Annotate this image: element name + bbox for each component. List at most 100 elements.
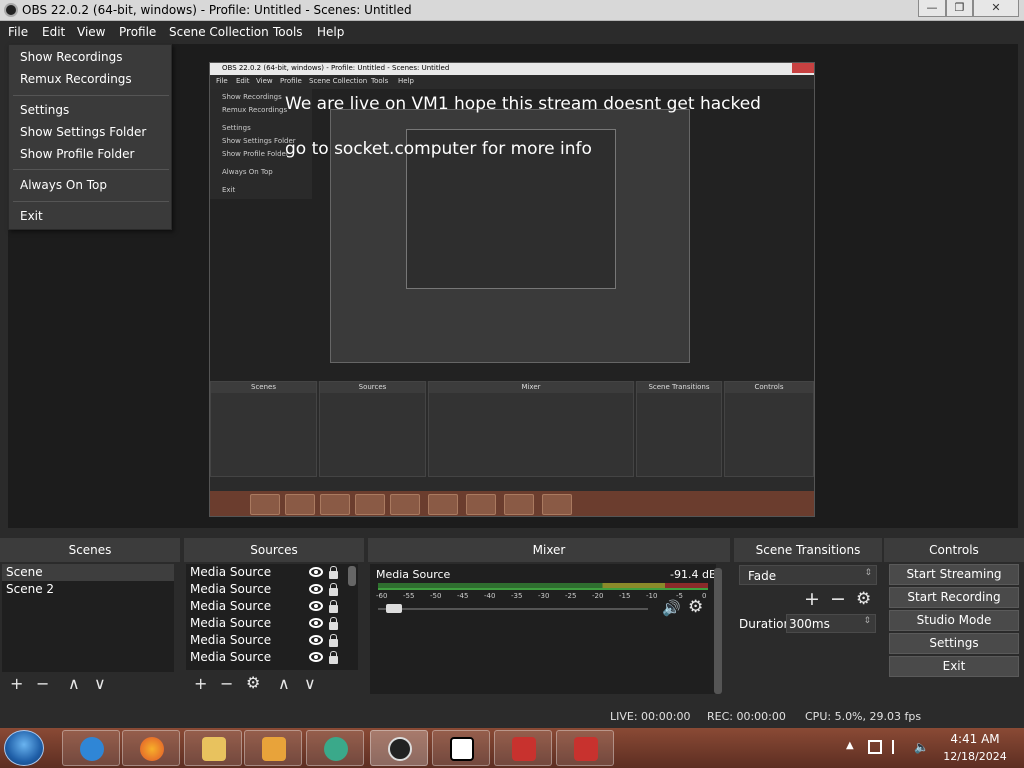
- lock-icon[interactable]: [329, 617, 338, 630]
- action-center-flag-icon[interactable]: [892, 740, 906, 754]
- source-item[interactable]: Media Source: [190, 615, 271, 632]
- lock-icon[interactable]: [329, 583, 338, 596]
- transition-gear-icon[interactable]: ⚙: [856, 591, 871, 608]
- lock-icon[interactable]: [329, 600, 338, 613]
- source-item[interactable]: Media Source: [190, 649, 271, 666]
- remove-transition-icon[interactable]: −: [830, 590, 846, 609]
- menu-item-show-profile-folder[interactable]: Show Profile Folder: [20, 147, 134, 161]
- menu-file[interactable]: File: [8, 25, 28, 39]
- move-up-icon[interactable]: ∧: [68, 676, 80, 692]
- move-up-icon[interactable]: ∧: [278, 676, 290, 692]
- sources-scrollbar[interactable]: [348, 566, 356, 586]
- speaker-icon[interactable]: 🔊: [662, 600, 681, 616]
- visibility-eye-icon[interactable]: [309, 652, 323, 662]
- taskbar-7zip[interactable]: [432, 730, 490, 766]
- menu-separator: [13, 169, 169, 170]
- start-streaming-button[interactable]: Start Streaming: [889, 564, 1019, 585]
- scene-item[interactable]: Scene: [2, 564, 174, 581]
- nested-submenu-item: Show Profile Folder: [222, 150, 289, 158]
- menu-profile[interactable]: Profile: [119, 25, 156, 39]
- minimize-button[interactable]: —: [918, 0, 946, 17]
- add-scene-icon[interactable]: +: [10, 676, 23, 692]
- meter-tick: -55: [403, 592, 415, 600]
- start-button[interactable]: [4, 730, 44, 766]
- menu-item-always-on-top[interactable]: Always On Top: [20, 178, 107, 192]
- exit-button[interactable]: Exit: [889, 656, 1019, 677]
- move-down-icon[interactable]: ∨: [304, 676, 316, 692]
- remove-scene-icon[interactable]: −: [36, 676, 49, 692]
- taskbar-media-player[interactable]: [244, 730, 302, 766]
- meter-tick: -30: [538, 592, 550, 600]
- close-button[interactable]: ✕: [973, 0, 1019, 17]
- lock-icon[interactable]: [329, 634, 338, 647]
- taskbar-toolbox-1[interactable]: [494, 730, 552, 766]
- menu-help[interactable]: Help: [317, 25, 344, 39]
- menu-item-exit[interactable]: Exit: [20, 209, 43, 223]
- folder-icon: [202, 737, 226, 761]
- visibility-eye-icon[interactable]: [309, 584, 323, 594]
- move-down-icon[interactable]: ∨: [94, 676, 106, 692]
- nested-menubar: File Edit View Profile Scene Collection …: [210, 75, 814, 89]
- volume-tray-icon[interactable]: 🔈: [914, 740, 929, 754]
- source-item[interactable]: Media Source: [190, 581, 271, 598]
- volume-slider-track[interactable]: [378, 608, 648, 610]
- menu-tools[interactable]: Tools: [273, 25, 303, 39]
- menu-edit[interactable]: Edit: [42, 25, 65, 39]
- start-recording-button[interactable]: Start Recording: [889, 587, 1019, 608]
- nested-obs-preview: OBS 22.0.2 (64-bit, windows) - Profile: …: [209, 62, 815, 517]
- add-source-icon[interactable]: +: [194, 676, 207, 692]
- menu-item-settings[interactable]: Settings: [20, 103, 69, 117]
- volume-meter-peak: [378, 588, 708, 590]
- nested-menu-item: Tools: [371, 77, 389, 85]
- mixer-gear-icon[interactable]: ⚙: [688, 599, 703, 616]
- taskbar-internet-explorer[interactable]: [62, 730, 120, 766]
- show-hidden-icons-arrow-icon[interactable]: ▲: [846, 740, 860, 754]
- visibility-eye-icon[interactable]: [309, 567, 323, 577]
- nested-task-icon: [390, 494, 420, 515]
- nested-submenu-item: Remux Recordings: [222, 106, 288, 114]
- taskbar-firefox[interactable]: [122, 730, 180, 766]
- maximize-button[interactable]: ❐: [946, 0, 973, 17]
- taskbar-file-explorer[interactable]: [184, 730, 242, 766]
- stepper-arrows-icon[interactable]: ⇕: [863, 616, 871, 626]
- menu-item-remux-recordings[interactable]: Remux Recordings: [20, 72, 132, 86]
- nested-title: OBS 22.0.2 (64-bit, windows) - Profile: …: [222, 64, 450, 72]
- nested-dock-title: Sources: [320, 382, 425, 393]
- lock-icon[interactable]: [329, 566, 338, 579]
- obs-icon: [388, 737, 412, 761]
- window-title: OBS 22.0.2 (64-bit, windows) - Profile: …: [22, 3, 412, 17]
- nested-submenu-item: Exit: [222, 186, 236, 194]
- nested-menu-item: Edit: [236, 77, 250, 85]
- network-icon[interactable]: [868, 740, 882, 754]
- volume-slider-handle[interactable]: [386, 604, 402, 613]
- menu-item-show-recordings[interactable]: Show Recordings: [20, 50, 122, 64]
- source-item[interactable]: Media Source: [190, 632, 271, 649]
- source-properties-gear-icon[interactable]: ⚙: [246, 675, 260, 691]
- settings-button[interactable]: Settings: [889, 633, 1019, 654]
- lock-icon[interactable]: [329, 651, 338, 664]
- scene-item[interactable]: Scene 2: [2, 581, 54, 598]
- nested-dock-title: Mixer: [429, 382, 633, 393]
- menu-scene-collection[interactable]: Scene Collection: [169, 25, 269, 39]
- clock-time[interactable]: 4:41 AM: [940, 732, 1010, 746]
- nested-dock: Controls: [724, 381, 814, 477]
- taskbar-toolbox-2[interactable]: [556, 730, 614, 766]
- visibility-eye-icon[interactable]: [309, 635, 323, 645]
- visibility-eye-icon[interactable]: [309, 618, 323, 628]
- menu-view[interactable]: View: [77, 25, 105, 39]
- clock-date[interactable]: 12/18/2024: [940, 750, 1010, 763]
- add-transition-icon[interactable]: +: [804, 590, 820, 609]
- menu-item-show-settings-folder[interactable]: Show Settings Folder: [20, 125, 146, 139]
- taskbar-obs[interactable]: [370, 730, 428, 766]
- source-item[interactable]: Media Source: [190, 598, 271, 615]
- studio-mode-button[interactable]: Studio Mode: [889, 610, 1019, 631]
- scenes-dock: Scenes Scene Scene 2 + − ∧ ∨: [0, 538, 180, 698]
- taskbar-chat-app[interactable]: [306, 730, 364, 766]
- duration-input[interactable]: 300ms ⇕: [786, 614, 876, 633]
- mixer-scrollbar[interactable]: [714, 568, 722, 694]
- transition-select[interactable]: Fade ⇕: [739, 565, 877, 585]
- controls-dock-title: Controls: [884, 538, 1024, 562]
- source-item[interactable]: Media Source: [190, 564, 271, 581]
- visibility-eye-icon[interactable]: [309, 601, 323, 611]
- remove-source-icon[interactable]: −: [220, 676, 233, 692]
